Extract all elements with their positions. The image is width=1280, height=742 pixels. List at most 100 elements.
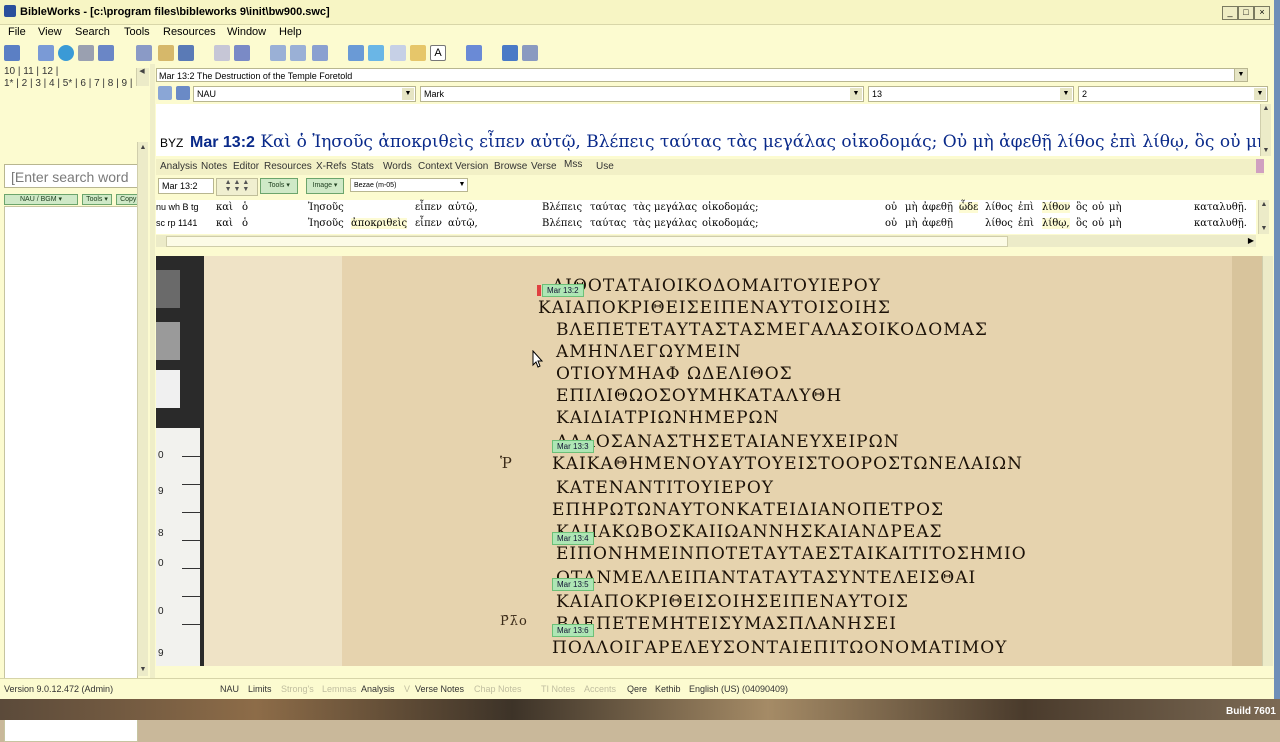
tab-mss[interactable]: Mss (564, 159, 582, 170)
browse-text-window[interactable]: BYZ Mar 13:2 Καὶ ὁ Ἰησοῦς ἀποκριθεὶς εἶπ… (156, 104, 1267, 156)
tab-notes[interactable]: Notes (201, 161, 227, 172)
left-tools-button[interactable]: Tools ▾ (82, 194, 112, 205)
globe-icon[interactable] (58, 45, 74, 61)
tab-editor[interactable]: Editor (233, 161, 259, 172)
mss-word[interactable]: Ἰησοῦς (308, 218, 344, 229)
scroll-left-icon[interactable]: ◀ (138, 68, 146, 76)
search-tabs[interactable]: 10 | 11 | 12 | 1* | 2 | 3 | 4 | 5* | 6 |… (4, 66, 132, 90)
mss-word[interactable]: ἀφεθῇ (922, 202, 953, 213)
scroll-up-icon[interactable]: ▲ (1262, 105, 1270, 113)
mss-row[interactable]: nu wh B tg καὶ ὁ Ἰησοῦς εἶπεν αὐτῷ, Βλέπ… (156, 200, 1256, 216)
tabs-scroll[interactable]: ◀ (136, 68, 149, 86)
status-v[interactable]: V (404, 684, 410, 694)
mss-word[interactable]: ὁ (242, 218, 248, 229)
sync-icon[interactable] (158, 86, 172, 100)
mss-ref-input[interactable]: Mar 13:2 (158, 178, 214, 194)
mss-word[interactable]: μὴ (905, 218, 918, 229)
mss-word[interactable]: αὐτῷ, (448, 202, 478, 213)
search-tabs-row1[interactable]: 10 | 11 | 12 | (4, 66, 132, 78)
window-icon[interactable] (270, 45, 286, 61)
tab-version[interactable]: Version (455, 161, 488, 172)
verse-heading-field[interactable]: Mar 13:2 The Destruction of the Temple F… (156, 68, 1248, 82)
link-icon[interactable] (176, 86, 190, 100)
mss-word[interactable]: καταλυθῇ. (1194, 218, 1247, 229)
left-scrollbar[interactable]: ▲ ▼ (137, 142, 148, 676)
hscroll-thumb[interactable] (166, 236, 1008, 247)
search-results-list[interactable] (4, 206, 138, 742)
mss-word[interactable]: ταύτας (590, 202, 626, 213)
windows-icon[interactable] (38, 45, 54, 61)
version-button[interactable]: NAU / BGM ▾ (4, 194, 78, 205)
chapter-select[interactable]: 13 ▼ (868, 86, 1074, 102)
app-icon[interactable] (4, 5, 16, 17)
menu-view[interactable]: View (38, 26, 62, 38)
mss-word[interactable]: καὶ (216, 218, 233, 229)
mss-word[interactable]: ἐπὶ (1018, 218, 1034, 229)
mss-word[interactable]: μὴ (905, 202, 918, 213)
tab-analysis[interactable]: Analysis (160, 161, 197, 172)
mss-word[interactable]: καὶ (216, 202, 233, 213)
manuscript-select[interactable]: Bezae (m-05) ▼ (350, 178, 468, 192)
command-line-input[interactable]: [Enter search word (4, 164, 140, 188)
mss-word[interactable]: μεγάλας (654, 202, 697, 213)
mss-word[interactable]: οἰκοδομάς; (702, 202, 758, 213)
status-analysis[interactable]: Analysis (361, 684, 395, 694)
status-nau[interactable]: NAU (220, 684, 239, 694)
mss-word[interactable]: οὐ (1092, 202, 1104, 213)
status-verse-notes[interactable]: Verse Notes (415, 684, 464, 694)
mss-table-hscroll[interactable]: ▶ (156, 235, 1256, 247)
verse-marker[interactable]: Mar 13:3 (552, 440, 594, 453)
tab-stats[interactable]: Stats (351, 161, 374, 172)
scroll-down-icon[interactable]: ▼ (1262, 147, 1270, 155)
mss-word[interactable]: τὰς (633, 202, 651, 213)
mss-word-variant[interactable]: ἀποκριθεὶς (351, 218, 408, 229)
scroll-up-icon[interactable]: ▲ (1260, 201, 1268, 209)
grid-icon[interactable] (312, 45, 328, 61)
keyboard-icon[interactable] (78, 45, 94, 61)
font-icon[interactable]: A (430, 45, 446, 61)
mss-word[interactable]: Ἰησοῦς (308, 202, 344, 213)
mss-word[interactable]: ἀφεθῇ (922, 218, 953, 229)
manuscript-image-viewer[interactable]: 0 9 8 0 0 9 ΛΙΘΟΤΑΤΑΙΟΙΚΟΔΟΜΑΙΤΟΥΙΕΡΟΥ Κ… (156, 256, 1272, 666)
search-tool-icon[interactable] (4, 45, 20, 61)
mss-word[interactable]: μὴ (1109, 202, 1122, 213)
mss-word[interactable]: ὃς (1076, 202, 1088, 213)
menu-resources[interactable]: Resources (163, 26, 216, 38)
status-ti-notes[interactable]: TI Notes (541, 684, 575, 694)
mss-word[interactable]: λίθος (985, 218, 1013, 229)
mss-word[interactable]: μεγάλας (654, 218, 697, 229)
tools-icon[interactable] (502, 45, 518, 61)
scroll-down-icon[interactable]: ▼ (139, 666, 147, 674)
search-tabs-row2[interactable]: 1* | 2 | 3 | 4 | 5* | 6 | 7 | 8 | 9 | (4, 78, 132, 90)
mss-word-variant[interactable]: ὧδε (959, 202, 979, 213)
calculator-icon[interactable] (98, 45, 114, 61)
window2-icon[interactable] (290, 45, 306, 61)
tab-use[interactable]: Use (596, 161, 614, 172)
mss-word[interactable]: εἶπεν (415, 202, 442, 213)
mss-comparison-table[interactable]: nu wh B tg καὶ ὁ Ἰησοῦς εἶπεν αὐτῷ, Βλέπ… (156, 200, 1256, 234)
tab-scroll-icon[interactable] (1256, 159, 1264, 173)
mss-word[interactable]: οὐ (885, 218, 897, 229)
menu-file[interactable]: File (8, 26, 26, 38)
mss-spinner[interactable]: ▲ ▲ ▲ ▼ ▼ ▼ (216, 178, 258, 196)
paste-icon[interactable] (368, 45, 384, 61)
status-kethib[interactable]: Kethib (655, 684, 681, 694)
mss-word[interactable]: Βλέπεις (542, 218, 582, 229)
menu-help[interactable]: Help (279, 26, 302, 38)
version-select[interactable]: NAU ▼ (193, 86, 416, 102)
mss-row[interactable]: sc rp 1141 καὶ ὁ Ἰησοῦς ἀποκριθεὶς εἶπεν… (156, 216, 1256, 232)
verse-marker[interactable]: Mar 13:5 (552, 578, 594, 591)
verse-marker[interactable]: Mar 13:6 (552, 624, 594, 637)
mss-table-scrollbar[interactable]: ▲ ▼ (1258, 200, 1269, 234)
book-select[interactable]: Mark ▼ (420, 86, 864, 102)
status-qere[interactable]: Qere (627, 684, 647, 694)
tab-xrefs[interactable]: X-Refs (316, 161, 347, 172)
maximize-button[interactable]: □ (1238, 6, 1254, 20)
tab-context[interactable]: Context (418, 161, 452, 172)
mss-image-button[interactable]: Image ▾ (306, 178, 344, 194)
verse-ref[interactable]: Mar 13:2 (190, 134, 255, 151)
menu-search[interactable]: Search (75, 26, 110, 38)
menu-window[interactable]: Window (227, 26, 266, 38)
open-folder-icon[interactable] (158, 45, 174, 61)
verse-text[interactable]: Mar 13:2 Καὶ ὁ Ἰησοῦς ἀποκριθεὶς εἶπεν α… (190, 132, 1267, 152)
